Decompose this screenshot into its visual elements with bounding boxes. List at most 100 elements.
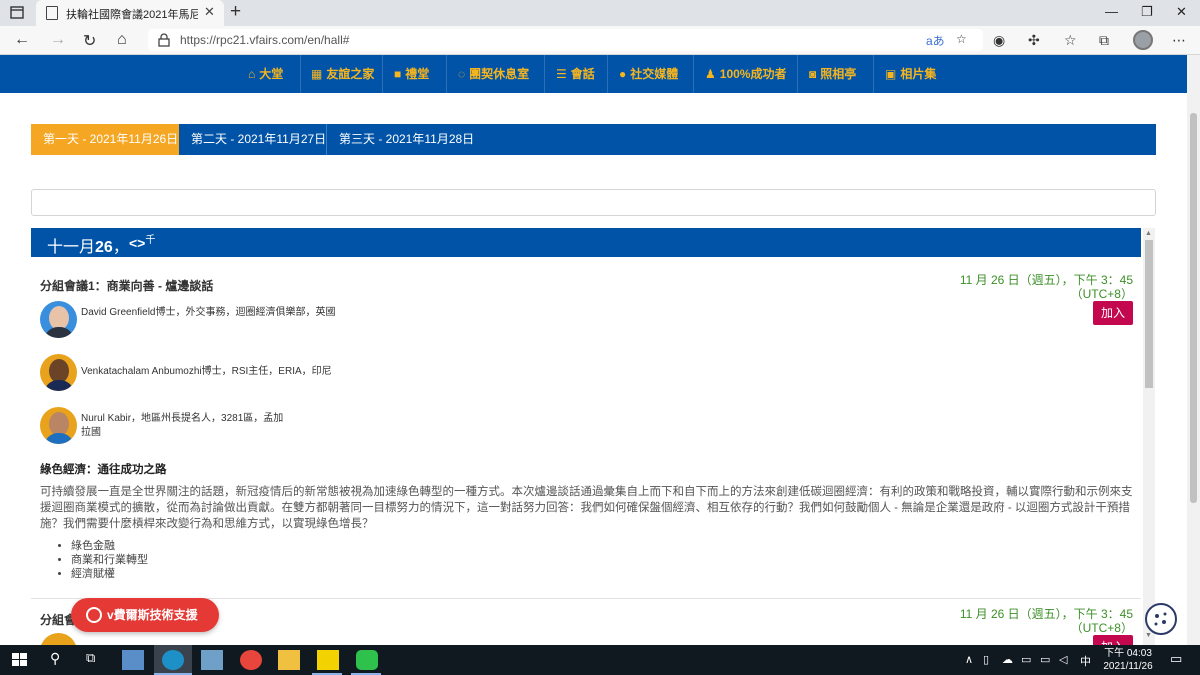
edge-browser-icon[interactable] <box>162 650 184 670</box>
nav-divider <box>607 55 608 93</box>
nav-item-100-percent[interactable]: ♟ 100%成功者 <box>705 55 786 93</box>
lock-icon[interactable] <box>158 33 170 47</box>
puzzle-icon[interactable]: ✣ <box>1028 32 1040 49</box>
cookie-settings-icon[interactable] <box>1145 603 1177 635</box>
session-time: 11 月 26 日（週五），下午 3：45 （UTC+8） <box>960 607 1133 635</box>
nav-item-auditorium[interactable]: ■ 禮堂 <box>394 55 429 93</box>
tab-day-3[interactable]: 第三天 - 2021年11月28日 <box>327 124 477 155</box>
site-navigation: ⌂ 大堂 ▦ 友誼之家 ■ 禮堂 ◌ 團契休息室 ☰ 會話 ● 社交媒體 ♟ 100%成功者 … <box>0 55 1187 93</box>
forward-button[interactable]: → <box>50 31 66 49</box>
sticky-notes-icon[interactable] <box>317 650 339 670</box>
nav-item-gallery[interactable]: ▣ 相片集 <box>885 55 936 93</box>
extension-icon[interactable]: ◉ <box>993 32 1005 49</box>
display-icon[interactable]: ▭ <box>1040 653 1050 666</box>
bullet-item: 商業和行業轉型 <box>71 553 148 567</box>
date-month: 十一月 <box>47 239 96 256</box>
clock-date: 2021/11/26 <box>1103 661 1153 672</box>
scroll-down-arrow-icon[interactable]: ▼ <box>1145 632 1152 639</box>
nav-item-photo-booth[interactable]: ◙ 照相亭 <box>809 55 856 93</box>
speaker-avatar <box>40 633 77 645</box>
tab-title: 扶輪社國際會議2021年馬尼拉 <box>66 9 198 21</box>
favorites-icon[interactable]: ☆ <box>1064 32 1077 49</box>
agenda-scrollbar-thumb[interactable] <box>1145 240 1153 388</box>
home-icon: ⌂ <box>248 67 256 81</box>
nav-divider <box>873 55 874 93</box>
show-hidden-icons-icon[interactable]: ∧ <box>965 653 973 666</box>
maximize-button[interactable]: ❐ <box>1141 4 1153 20</box>
bullet-item: 經濟賦權 <box>71 567 148 581</box>
refresh-button[interactable]: ↻ <box>83 31 96 51</box>
timezone-arrows: <> <box>129 235 146 251</box>
volume-icon[interactable]: ◁ <box>1059 653 1067 666</box>
battery-icon[interactable]: ▯ <box>983 653 989 666</box>
tab-day-1[interactable]: 第一天 - 2021年11月26日 <box>31 124 179 155</box>
tab-day-2[interactable]: 第二天 - 2021年11月27日 <box>179 124 327 155</box>
session-time-date: 11 月 26 日（週五），下午 3：45 <box>959 607 1133 621</box>
date-suffix: ， <box>112 239 129 256</box>
session-description: 可持續發展一直是全世界關注的話題，新冠疫情后的新常態被視為加速綠色轉型的一種方式… <box>40 486 1133 530</box>
windows-taskbar: ⚲ ⧉ ∧ ▯ ☁ ▭ ▭ ◁ 中 下午 04:03 2021/11/26 ▭ <box>0 645 1200 675</box>
tab-actions-icon[interactable] <box>6 4 28 22</box>
nav-item-sessions[interactable]: ☰ 會話 <box>556 55 595 93</box>
nav-divider <box>797 55 798 93</box>
close-window-button[interactable]: ✕ <box>1176 4 1187 20</box>
chat-bubble-icon <box>86 607 102 623</box>
avatar-body <box>44 433 74 444</box>
chrome-browser-icon[interactable] <box>240 650 262 670</box>
avatar-body <box>44 327 74 338</box>
filter-bar[interactable] <box>31 189 1156 216</box>
speaker-avatar <box>40 407 77 444</box>
file-explorer-icon[interactable] <box>278 650 300 670</box>
close-tab-icon[interactable]: ✕ <box>204 4 215 20</box>
address-field[interactable]: https://rpc21.vfairs.com/en/hall# aあ ☆ <box>148 29 983 51</box>
nav-item-fellowship-lounge[interactable]: ◌ 團契休息室 <box>458 55 529 93</box>
minimize-button[interactable]: — <box>1105 4 1118 19</box>
page-scrollbar-thumb[interactable] <box>1190 113 1197 503</box>
line-app-icon[interactable] <box>356 650 378 670</box>
nav-item-friendship-house[interactable]: ▦ 友誼之家 <box>311 55 374 93</box>
nav-label: 禮堂 <box>405 67 430 81</box>
address-toolbar: ← → ↻ ⌂ https://rpc21.vfairs.com/en/hall… <box>0 26 1200 55</box>
system-clock[interactable]: 下午 04:03 2021/11/26 <box>1100 647 1156 673</box>
page-icon <box>46 6 58 20</box>
speaker-info: Nurul Kabir，地區州長提名人，3281區，孟加拉國 <box>81 413 284 438</box>
home-button[interactable]: ⌂ <box>117 31 127 49</box>
bullet-item: 綠色金融 <box>71 539 148 553</box>
nav-item-lobby[interactable]: ⌂ 大堂 <box>248 55 283 93</box>
favorite-star-icon[interactable]: ☆ <box>956 32 967 46</box>
ime-indicator[interactable]: 中 <box>1080 653 1091 669</box>
join-button[interactable]: 加入 <box>1093 635 1133 645</box>
notification-icon[interactable]: ▭ <box>1170 651 1182 667</box>
session-time-zone: （UTC+8） <box>1070 287 1133 301</box>
scroll-up-arrow-icon[interactable]: ▲ <box>1145 230 1152 237</box>
windows-start-icon[interactable] <box>9 650 31 670</box>
session-time-zone: （UTC+8） <box>1070 621 1133 635</box>
agenda-scrollbar[interactable]: ▲ ▼ <box>1143 228 1155 645</box>
nav-label: 會話 <box>570 67 595 81</box>
session-card: 分組會議1：商業向善 - 爐邊談話 11 月 26 日（週五），下午 3：45 … <box>31 257 1141 597</box>
speaker-info: Venkatachalam Anbumozhi博士，RSI主任，ERIA，印尼 <box>81 366 332 377</box>
profile-avatar[interactable] <box>1133 30 1153 50</box>
session-topic: 綠色經濟：通往成功之路 <box>40 464 167 476</box>
app-notes-icon[interactable] <box>122 650 144 670</box>
back-button[interactable]: ← <box>14 31 30 49</box>
page-scrollbar[interactable] <box>1187 55 1200 645</box>
search-icon[interactable]: ⚲ <box>50 650 60 667</box>
tech-support-button[interactable]: v費爾斯技術支援 <box>71 598 219 632</box>
browser-tab[interactable]: 扶輪社國際會議2021年馬尼拉 ✕ <box>36 0 224 26</box>
nav-item-social-media[interactable]: ● 社交媒體 <box>619 55 678 93</box>
new-tab-button[interactable]: + <box>230 1 241 23</box>
join-button[interactable]: 加入 <box>1093 301 1133 325</box>
onedrive-icon[interactable]: ☁ <box>1002 653 1013 666</box>
nav-divider <box>693 55 694 93</box>
session-time-date: 11 月 26 日（週五），下午 3：45 <box>959 273 1133 287</box>
url-text[interactable]: https://rpc21.vfairs.com/en/hall# <box>180 33 349 47</box>
nav-divider <box>382 55 383 93</box>
network-icon[interactable]: ▭ <box>1021 653 1031 666</box>
task-view-icon[interactable]: ⧉ <box>86 650 95 666</box>
app-window-icon[interactable] <box>201 650 223 670</box>
read-aloud-icon[interactable]: aあ <box>926 32 945 49</box>
collections-icon[interactable]: ⧉ <box>1099 32 1109 49</box>
date-day: 26 <box>95 239 113 256</box>
more-menu-icon[interactable]: ⋯ <box>1172 32 1186 49</box>
